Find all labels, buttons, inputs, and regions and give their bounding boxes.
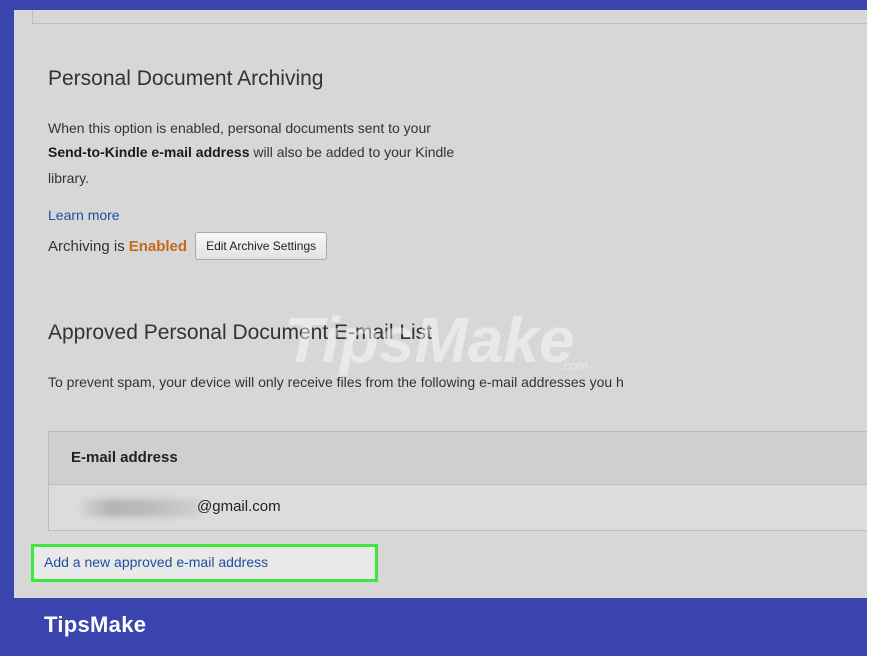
archiving-status: Archiving is Enabled Edit Archive Settin… <box>48 232 328 260</box>
archiving-section-title: Personal Document Archiving <box>48 67 324 90</box>
archiving-status-label: Archiving is <box>48 237 125 255</box>
blurred-email-username <box>81 499 199 517</box>
archiving-description-line2-rest: will also be added to your Kindle <box>249 144 455 160</box>
archiving-status-value: Enabled <box>128 237 188 255</box>
add-email-highlight: Add a new approved e-mail address <box>31 544 378 582</box>
previous-section-border <box>32 10 867 24</box>
edit-archive-settings-button[interactable]: Edit Archive Settings <box>195 232 328 260</box>
archiving-description-line3: library. <box>48 170 89 186</box>
add-approved-email-link[interactable]: Add a new approved e-mail address <box>44 554 268 570</box>
approved-list-note: To prevent spam, your device will only r… <box>48 374 624 390</box>
learn-more-link[interactable]: Learn more <box>48 207 120 223</box>
table-header: E-mail address <box>49 432 867 485</box>
kindle-settings-screen: Personal Document Archiving When this op… <box>14 10 867 598</box>
tipsmake-logo: TipsMake <box>44 612 147 637</box>
send-to-kindle-bold: Send-to-Kindle e-mail address <box>48 144 250 160</box>
approved-list-title: Approved Personal Document E-mail List <box>48 321 433 344</box>
watermark-suffix: .com <box>560 358 588 373</box>
archiving-description-line1: When this option is enabled, personal do… <box>48 120 431 136</box>
approved-email-table: E-mail address @gmail.com <box>48 431 867 531</box>
email-column-header: E-mail address <box>71 449 178 466</box>
table-row: @gmail.com <box>49 485 867 531</box>
frame-bottom-edge <box>0 656 870 662</box>
email-address: @gmail.com <box>197 498 281 515</box>
archiving-description-line2: Send-to-Kindle e-mail address will also … <box>48 144 454 160</box>
